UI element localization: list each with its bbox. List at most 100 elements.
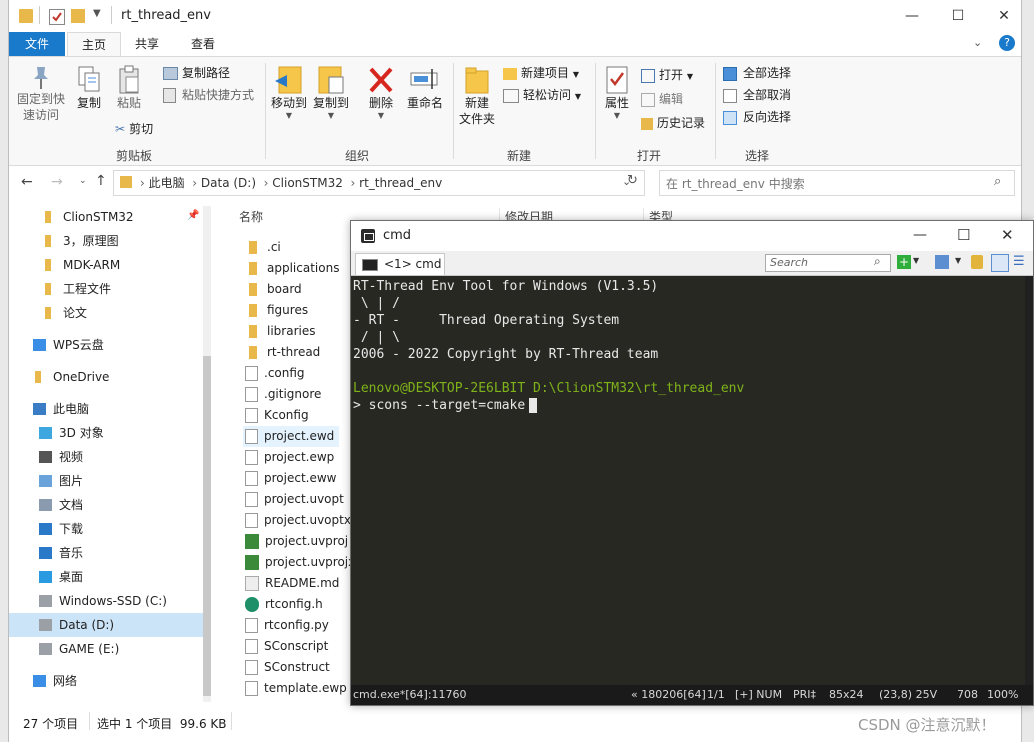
properties-button[interactable]: 属性 ▼ [597,65,637,120]
qat-dropdown-icon[interactable]: ▼ [93,8,101,19]
new-folder-qat-icon[interactable] [71,9,85,23]
nav-item[interactable]: 工程文件 [9,277,203,301]
address-box[interactable]: › 此电脑 › Data (D:) › ClionSTM32 › rt_thre… [113,170,645,196]
file-list-item[interactable]: board [245,279,355,300]
paste-shortcut-button[interactable]: 粘贴快捷方式 [163,85,254,105]
layout-dropdown-icon[interactable]: ▼ [955,256,961,265]
split-view-icon[interactable] [991,254,1009,272]
nav-item[interactable]: Data (D:) [9,613,203,637]
breadcrumb-rt-thread-env[interactable]: rt_thread_env [359,176,442,190]
file-list-item[interactable]: project.ewd [243,426,339,447]
file-list-item[interactable]: figures [245,300,355,321]
cut-button[interactable]: ✂ 剪切 [115,119,153,139]
layout-icon[interactable] [935,255,949,269]
file-list-item[interactable]: template.ewp [245,678,355,699]
back-arrow-icon[interactable]: ← [21,174,33,190]
new-console-plus-icon[interactable]: + [897,255,911,269]
file-list-item[interactable]: project.uvoptx [245,510,355,531]
file-list-item[interactable]: SConstruct [245,657,355,678]
tab-view[interactable]: 查看 [175,32,231,56]
cmd-tab-1[interactable]: <1> cmd [355,253,445,275]
copy-button[interactable]: 复制 [71,65,107,111]
lock-icon[interactable] [971,255,983,269]
file-list-item[interactable]: rt-thread [245,342,355,363]
nav-item[interactable]: 图片 [9,469,203,493]
help-icon[interactable]: ? [999,35,1015,51]
file-list-item[interactable]: project.uvproj [245,531,355,552]
nav-item[interactable]: 文档 [9,493,203,517]
copy-path-button[interactable]: 复制路径 [163,63,230,83]
file-list-item[interactable]: rtconfig.h [245,594,355,615]
nav-item[interactable]: OneDrive [9,365,203,389]
cmd-search-input[interactable]: Search ⌕ [765,254,891,272]
nav-item[interactable]: ClionSTM32 [9,205,203,229]
file-list-item[interactable]: project.ewp [245,447,355,468]
collapse-ribbon-icon[interactable]: ⌄ [973,36,982,49]
minimize-button[interactable]: — [889,0,935,32]
cmd-maximize-button[interactable]: ☐ [957,226,970,244]
copy-to-button[interactable]: 复制到 ▼ [311,65,351,120]
new-folder-button[interactable]: 新建 文件夹 [455,65,499,127]
tab-file[interactable]: 文件 [9,32,65,56]
search-icon[interactable]: ⌕ [874,254,881,269]
nav-item[interactable]: 视频 [9,445,203,469]
file-list-item[interactable]: .config [245,363,355,384]
refresh-icon[interactable]: ↻ [627,173,638,188]
open-button[interactable]: 打开 ▼ [641,65,693,85]
nav-item[interactable]: 3，原理图 [9,229,203,253]
tab-share[interactable]: 共享 [121,32,173,56]
breadcrumb-clionstm32[interactable]: ClionSTM32 [272,176,343,190]
search-input[interactable]: 在 rt_thread_env 中搜索 [666,175,805,192]
file-list-item[interactable]: libraries [245,321,355,342]
file-list-item[interactable]: rtconfig.py [245,615,355,636]
recent-dropdown-icon[interactable]: ⌄ [79,176,87,186]
nav-scrollbar[interactable] [203,206,211,702]
select-none-button[interactable]: 全部取消 [723,85,791,105]
file-list-item[interactable]: SConscript [245,636,355,657]
search-icon[interactable]: ⌕ [994,174,1001,189]
nav-item[interactable]: Windows-SSD (C:) [9,589,203,613]
file-list-item[interactable]: project.uvprojx [245,552,355,573]
menu-icon[interactable]: ☰ [1013,254,1025,269]
history-button[interactable]: 历史记录 [641,113,705,133]
tab-home[interactable]: 主页 [67,32,121,58]
nav-item[interactable]: 此电脑 [9,397,203,421]
new-item-button[interactable]: 新建项目 ▼ [503,63,579,83]
invert-selection-button[interactable]: 反向选择 [723,107,791,127]
nav-item[interactable]: 网络 [9,669,203,693]
nav-item[interactable]: WPS云盘 [9,333,203,357]
maximize-button[interactable]: ☐ [935,0,981,32]
search-box[interactable]: 在 rt_thread_env 中搜索 ⌕ [659,170,1015,196]
nav-item[interactable]: GAME (E:) [9,637,203,661]
file-list-item[interactable]: README.md [245,573,355,594]
nav-item[interactable]: 音乐 [9,541,203,565]
forward-arrow-icon[interactable]: → [51,174,63,190]
nav-item[interactable]: 下载 [9,517,203,541]
close-button[interactable]: ✕ [981,0,1021,32]
new-console-dropdown-icon[interactable]: ▼ [913,256,919,265]
nav-item[interactable]: 3D 对象 [9,421,203,445]
up-arrow-icon[interactable]: ↑ [95,173,107,189]
file-list-item[interactable]: applications [245,258,355,279]
move-to-button[interactable]: 移动到 ▼ [269,65,309,120]
select-all-button[interactable]: 全部选择 [723,63,791,83]
console-scrollbar[interactable] [1025,276,1033,685]
nav-item[interactable]: MDK-ARM [9,253,203,277]
file-list-item[interactable]: .ci [245,237,355,258]
cmd-close-button[interactable]: ✕ [1001,226,1014,244]
easy-access-button[interactable]: 轻松访问 ▼ [503,85,581,105]
breadcrumb-this-pc[interactable]: 此电脑 [149,176,185,190]
rename-button[interactable]: 重命名 [403,65,447,111]
properties-check-icon[interactable] [49,9,65,25]
nav-item[interactable]: 论文 [9,301,203,325]
file-list-item[interactable]: project.eww [245,468,355,489]
file-list-item[interactable]: Kconfig [245,405,355,426]
column-name-header[interactable]: 名称 [239,208,263,225]
edit-button[interactable]: 编辑 [641,89,683,109]
breadcrumb-data-drive[interactable]: Data (D:) [201,176,256,190]
pin-quick-access-button[interactable]: 固定到快 速访问 [15,65,67,123]
delete-button[interactable]: 删除 ▼ [363,65,399,120]
paste-button[interactable]: 粘贴 [111,65,147,111]
cmd-minimize-button[interactable]: — [913,227,927,243]
file-list-item[interactable]: .gitignore [245,384,355,405]
